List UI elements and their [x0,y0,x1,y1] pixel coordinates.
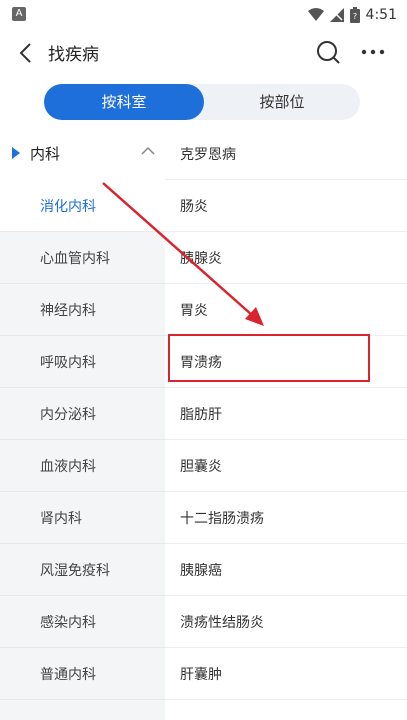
chevron-up-icon[interactable] [140,144,156,158]
notification-a-icon: A [12,7,26,21]
department-item-endocrinology[interactable]: 内分泌科 [0,388,165,440]
disease-item[interactable]: 胃炎 [165,284,407,336]
disease-item-label: 肠炎 [180,199,208,215]
department-list: 内科 消化内科 心血管内科 神经内科 呼吸内科 内分泌科 血液内科 肾内科 风湿… [0,128,165,720]
department-item-cardiology[interactable]: 心血管内科 [0,232,165,284]
department-group-label: 内科 [30,145,61,163]
svg-text:?: ? [352,12,356,21]
disease-item-label: 溃疡性结肠炎 [180,615,264,631]
disease-item-label: 胰腺癌 [180,563,222,579]
disease-item-label: 克罗恩病 [180,147,236,163]
status-icons: ? 4:51 [307,5,397,25]
disease-item[interactable]: 克罗恩病 [165,128,407,180]
more-options-icon[interactable] [358,38,388,66]
disease-item-label: 胰腺炎 [180,251,222,267]
department-item-label: 内分泌科 [40,407,96,423]
disease-item-label: 胃炎 [180,303,208,319]
disease-item-label: 肝囊肿 [180,667,222,683]
department-item-label: 神经内科 [40,303,96,319]
disease-item[interactable]: 肠炎 [165,180,407,232]
department-item-label: 呼吸内科 [40,355,96,371]
battery-icon: ? [349,7,360,23]
disease-item-label: 胆囊炎 [180,459,222,475]
disease-item[interactable]: 胆囊炎 [165,440,407,492]
disease-item[interactable]: 肝囊肿 [165,648,407,700]
tab-by-body-part[interactable]: 按部位 [204,84,360,120]
department-item-label: 风湿免疫科 [40,563,110,579]
department-item-label: 普通内科 [40,667,96,683]
page-title: 找疾病 [48,45,99,65]
department-item-respiratory[interactable]: 呼吸内科 [0,336,165,388]
header-bar: 找疾病 [0,30,407,76]
disease-item[interactable]: 胰腺癌 [165,544,407,596]
status-bar: A ? 4:51 [0,0,407,30]
search-icon[interactable] [314,38,342,66]
wifi-icon [307,8,324,21]
disease-item[interactable]: 十二指肠溃疡 [165,492,407,544]
category-toggle: 按科室 按部位 [44,84,360,120]
department-item-general[interactable]: 普通内科 [0,648,165,700]
tab-by-department[interactable]: 按科室 [44,84,204,120]
triangle-right-icon [12,147,20,159]
disease-list: 克罗恩病 肠炎 胰腺炎 胃炎 胃溃疡 脂肪肝 胆囊炎 十二指肠溃疡 胰腺癌 溃疡… [165,128,407,720]
disease-item[interactable]: 胰腺炎 [165,232,407,284]
disease-item[interactable]: 脂肪肝 [165,388,407,440]
department-item-label: 血液内科 [40,459,96,475]
department-group-internal-medicine[interactable]: 内科 [0,128,165,180]
department-item-nephrology[interactable]: 肾内科 [0,492,165,544]
department-item-hematology[interactable]: 血液内科 [0,440,165,492]
disease-item[interactable]: 溃疡性结肠炎 [165,596,407,648]
highlight-box [168,334,370,382]
back-arrow-icon[interactable] [14,38,40,68]
signal-icon [329,8,344,22]
department-item-label: 心血管内科 [40,251,110,267]
disease-item-label: 十二指肠溃疡 [180,511,264,527]
disease-item-label: 脂肪肝 [180,407,222,423]
department-item-label: 消化内科 [40,199,96,215]
department-item-neurology[interactable]: 神经内科 [0,284,165,336]
department-item-label: 肾内科 [40,511,82,527]
department-item-rheumatology[interactable]: 风湿免疫科 [0,544,165,596]
department-item-infectious[interactable]: 感染内科 [0,596,165,648]
status-time: 4:51 [365,7,397,23]
department-item-label: 感染内科 [40,615,96,631]
department-item-gastroenterology[interactable]: 消化内科 [0,180,165,232]
